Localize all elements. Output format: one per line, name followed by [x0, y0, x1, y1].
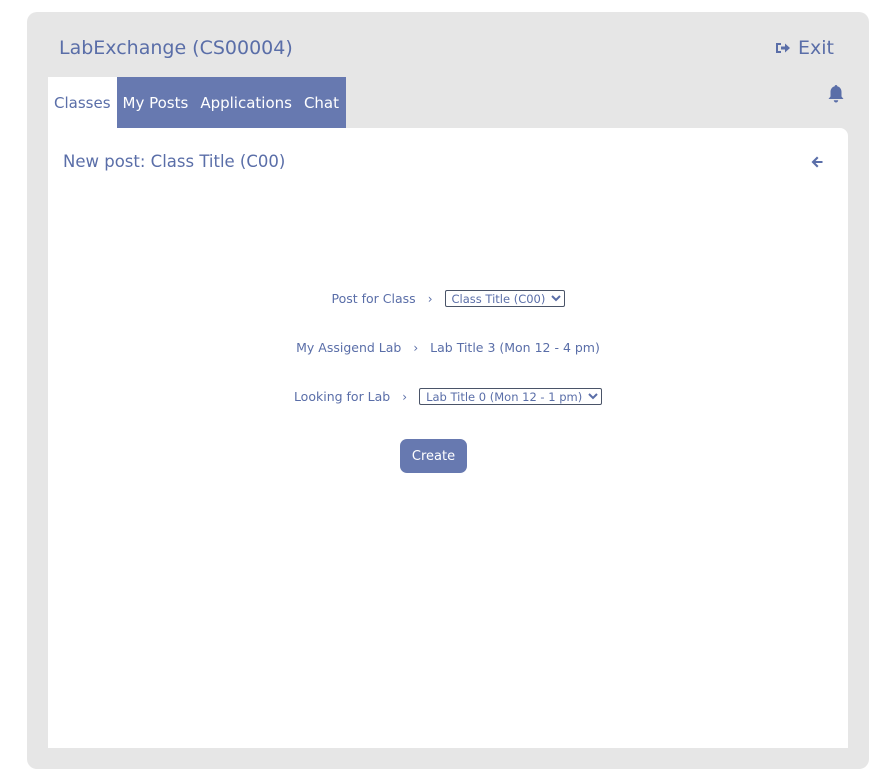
separator-chevron: ›	[402, 389, 408, 404]
exit-button[interactable]: Exit	[775, 37, 834, 59]
arrow-left-icon[interactable]	[810, 155, 824, 169]
assigned-lab-value: Lab Title 3 (Mon 12 - 4 pm)	[430, 340, 600, 355]
separator-chevron: ›	[427, 291, 433, 306]
assigned-lab-row: My Assigend Lab › Lab Title 3 (Mon 12 - …	[48, 340, 848, 355]
page-title: New post: Class Title (C00)	[63, 152, 286, 171]
app-title: LabExchange (CS00004)	[59, 37, 293, 59]
tab-chat[interactable]: Chat	[297, 77, 347, 128]
main-panel: New post: Class Title (C00) Post for Cla…	[48, 128, 848, 748]
looking-for-lab-select[interactable]: Lab Title 0 (Mon 12 - 1 pm)	[419, 388, 603, 405]
looking-for-lab-row: Looking for Lab › Lab Title 0 (Mon 12 - …	[48, 388, 848, 405]
class-select[interactable]: Class Title (C00)	[444, 290, 565, 307]
separator-chevron: ›	[413, 340, 419, 355]
app-window: LabExchange (CS00004) Exit Classes My Po…	[27, 12, 869, 769]
sign-out-icon	[776, 43, 791, 53]
tab-applications[interactable]: Applications	[194, 77, 298, 128]
tab-my-posts[interactable]: My Posts	[116, 77, 195, 128]
class-field-label: Post for Class	[331, 291, 416, 306]
tab-bar: Classes My Posts Applications Chat	[48, 77, 347, 128]
class-field-row: Post for Class › Class Title (C00)	[48, 290, 848, 307]
bell-icon[interactable]	[827, 84, 845, 104]
assigned-lab-label: My Assigend Lab	[296, 340, 402, 355]
exit-label: Exit	[798, 37, 834, 59]
tab-classes[interactable]: Classes	[48, 77, 117, 128]
looking-for-lab-label: Looking for Lab	[293, 389, 391, 404]
create-button[interactable]: Create	[400, 439, 467, 473]
